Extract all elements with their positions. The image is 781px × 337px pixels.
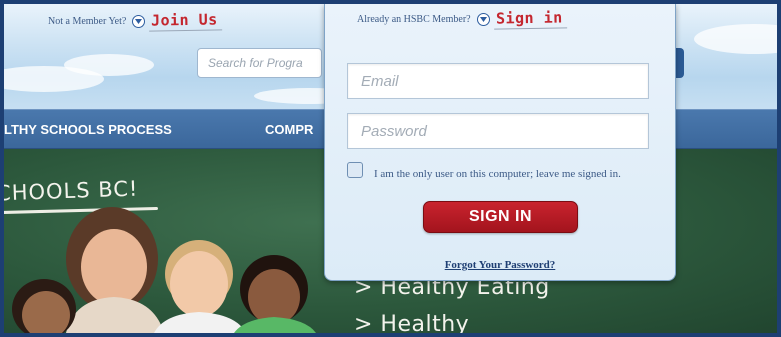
cloud-decoration <box>694 24 777 54</box>
chevron-down-icon[interactable] <box>132 14 146 28</box>
signin-bar: Already an HSBC Member? Sign in <box>357 8 567 30</box>
forgot-password-link[interactable]: Forgot Your Password? <box>325 259 675 271</box>
password-field[interactable]: Password <box>347 113 649 149</box>
children-photo <box>12 207 316 333</box>
remember-checkbox[interactable] <box>347 162 363 178</box>
cloud-decoration <box>64 54 154 76</box>
chevron-down-icon[interactable] <box>476 12 490 26</box>
nav-item-comprehensive[interactable]: COMPR <box>265 110 313 148</box>
search-input[interactable]: Search for Progra <box>197 48 322 78</box>
login-panel: Already an HSBC Member? Sign in Email Pa… <box>324 4 676 281</box>
email-field[interactable]: Email <box>347 63 649 99</box>
join-bar: Not a Member Yet? Join Us <box>48 10 223 32</box>
sign-in-link[interactable]: Sign in <box>493 8 567 30</box>
hero-list-item: > Healthy <box>354 312 470 333</box>
nav-item-healthy-schools-process[interactable]: LTHY SCHOOLS PROCESS <box>4 110 172 148</box>
join-question: Not a Member Yet? <box>48 15 127 27</box>
remember-label: I am the only user on this computer; lea… <box>374 168 621 180</box>
page-frame: Not a Member Yet? Join Us Search for Pro… <box>4 4 777 333</box>
join-us-link[interactable]: Join Us <box>149 10 223 32</box>
sign-in-button[interactable]: SIGN IN <box>423 201 578 233</box>
signin-question: Already an HSBC Member? <box>357 13 471 25</box>
